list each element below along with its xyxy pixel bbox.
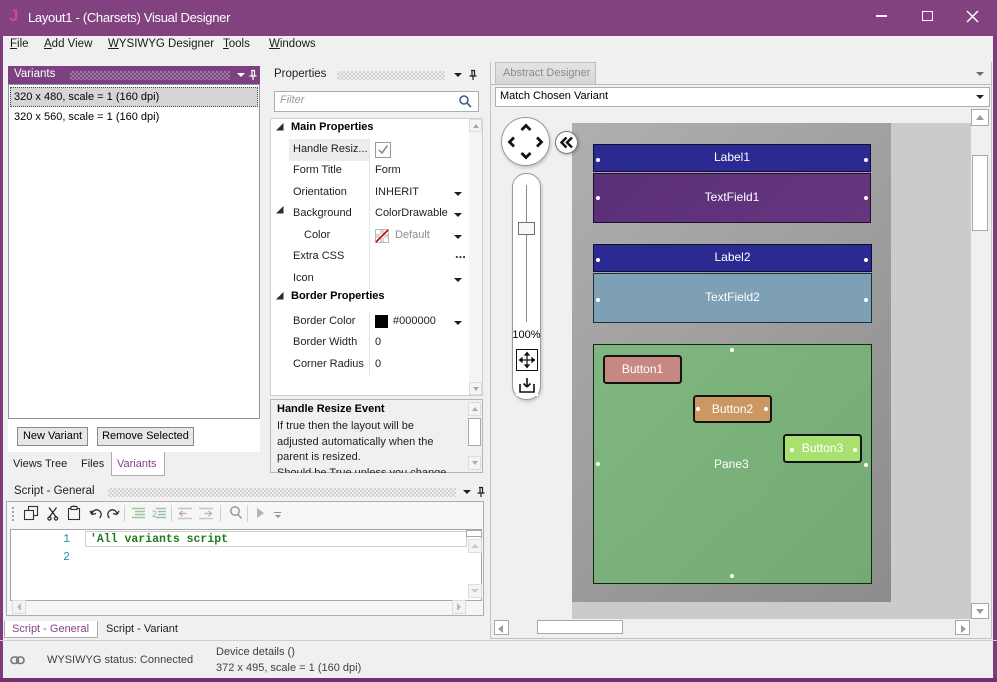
svg-text:2: 2 [152, 509, 157, 519]
